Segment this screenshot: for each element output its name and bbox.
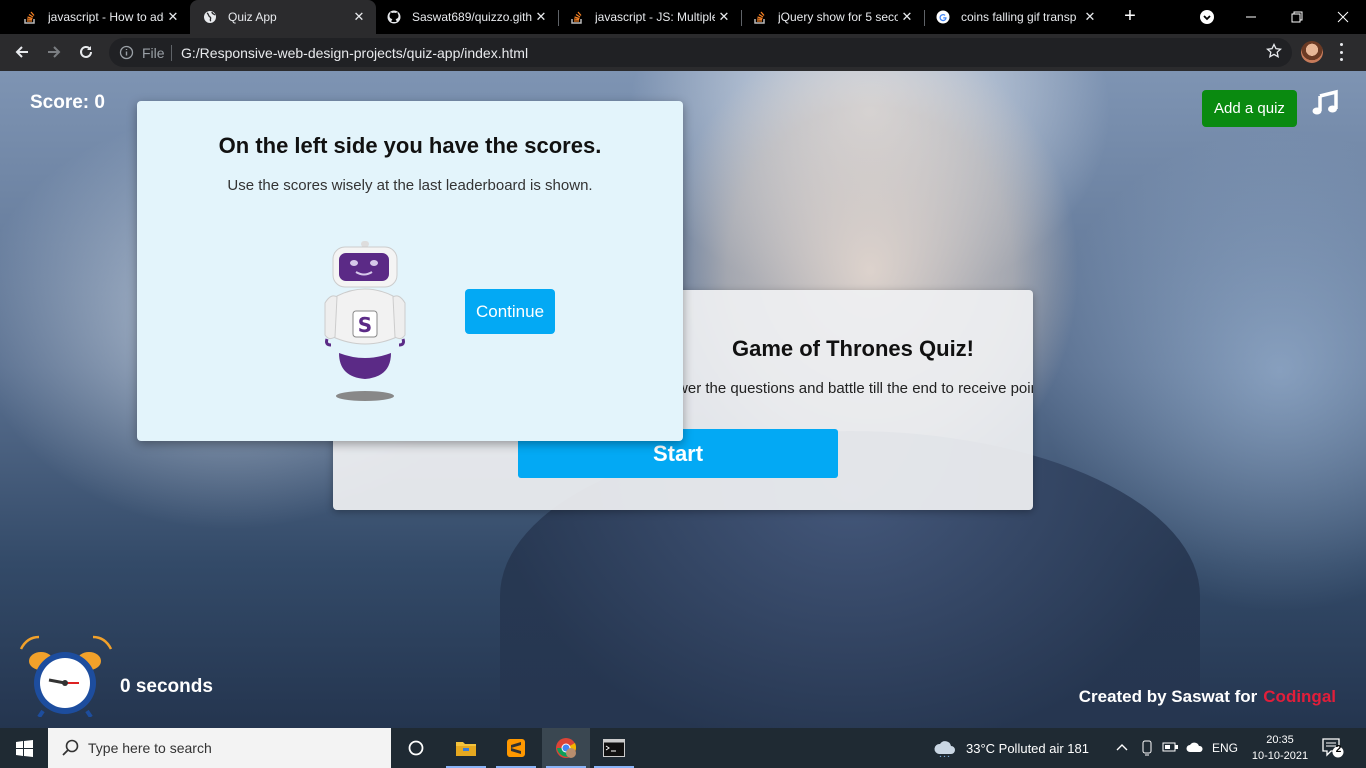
location-icon[interactable] — [1140, 739, 1154, 757]
tutorial-modal: On the left side you have the scores. Us… — [137, 101, 683, 441]
close-window-button[interactable] — [1320, 0, 1366, 34]
cortana-circle-icon — [408, 740, 424, 756]
arrow-right-icon — [48, 46, 61, 58]
credit-text: Created by Saswat for — [1078, 687, 1258, 706]
url-scheme-label: File — [142, 45, 165, 61]
tab-javascript-how-to-add[interactable]: javascript - How to add ✕ — [0, 0, 190, 34]
minimize-button[interactable] — [1228, 0, 1274, 34]
language-indicator[interactable]: ENG — [1212, 741, 1238, 755]
add-quiz-button[interactable]: Add a quiz — [1202, 90, 1297, 127]
terminal-button[interactable] — [590, 728, 638, 768]
close-tab-icon[interactable]: ✕ — [715, 9, 733, 25]
search-placeholder: Type here to search — [88, 740, 212, 756]
score-display: Score: 0 — [30, 92, 105, 113]
system-clock[interactable]: 20:35 10-10-2021 — [1250, 732, 1310, 764]
windows-logo-icon — [15, 739, 33, 757]
minimize-icon — [1246, 16, 1256, 18]
start-button[interactable] — [0, 728, 48, 768]
tab-jquery-show[interactable]: jQuery show for 5 seco ✕ — [742, 0, 924, 34]
notification-count: 2 — [1335, 744, 1342, 755]
tab-title: Saswat689/quizzo.gith — [412, 10, 532, 24]
network-icon[interactable] — [1162, 740, 1180, 754]
close-tab-icon[interactable]: ✕ — [350, 9, 368, 25]
chrome-button[interactable] — [542, 728, 590, 768]
sublime-text-icon — [507, 739, 525, 757]
clock-date: 10-10-2021 — [1251, 750, 1309, 762]
tab-title: Quiz App — [228, 10, 277, 24]
stackoverflow-icon — [22, 9, 38, 25]
restore-icon — [1291, 11, 1303, 23]
url-separator — [171, 45, 172, 61]
info-icon[interactable] — [119, 45, 134, 65]
robot-mascot-icon: S — [324, 241, 406, 401]
svg-text:S: S — [358, 313, 372, 337]
close-tab-icon[interactable]: ✕ — [532, 9, 550, 25]
terminal-icon — [603, 739, 625, 757]
tab-js-multiple[interactable]: javascript - JS: Multiple ✕ — [559, 0, 741, 34]
bookmark-star-icon[interactable] — [1265, 42, 1283, 64]
windows-taskbar: Type here to search 33°C Polluted air 18… — [0, 728, 1366, 768]
notification-center-button[interactable]: 2 — [1322, 738, 1344, 758]
close-icon — [1337, 11, 1349, 23]
stackoverflow-icon — [752, 9, 768, 25]
music-note-icon[interactable] — [1310, 89, 1340, 119]
browser-toolbar: File G:/Responsive-web-design-projects/q… — [0, 34, 1366, 71]
tab-search-button[interactable] — [1184, 0, 1230, 34]
modal-text: Use the scores wisely at the last leader… — [227, 177, 593, 194]
google-icon — [935, 9, 951, 25]
close-tab-icon[interactable]: ✕ — [164, 9, 182, 25]
tab-github-quizzo[interactable]: Saswat689/quizzo.gith ✕ — [376, 0, 558, 34]
onedrive-cloud-icon[interactable] — [1186, 741, 1204, 753]
profile-avatar[interactable] — [1301, 41, 1323, 63]
github-icon — [386, 9, 402, 25]
task-view-button[interactable] — [392, 728, 440, 768]
credit-footer: Created by Saswat for Codingal — [1079, 687, 1336, 707]
timer-display: 0 seconds — [120, 676, 213, 697]
address-bar[interactable]: File G:/Responsive-web-design-projects/q… — [109, 38, 1292, 67]
brand-link[interactable]: Codingal — [1263, 687, 1336, 706]
search-icon — [62, 739, 80, 762]
tab-title: coins falling gif transp — [961, 10, 1077, 24]
close-tab-icon[interactable]: ✕ — [898, 9, 916, 25]
tab-title: javascript - How to add — [48, 10, 164, 24]
restore-button[interactable] — [1274, 0, 1320, 34]
tab-title: jQuery show for 5 seco — [778, 10, 898, 24]
modal-title: On the left side you have the scores. — [218, 133, 602, 158]
reload-button[interactable] — [72, 38, 100, 66]
globe-icon — [202, 9, 218, 25]
quiz-page: Score: 0 Add a quiz Game of Thrones Quiz… — [0, 71, 1366, 728]
taskbar-search-input[interactable]: Type here to search — [48, 728, 391, 768]
chevron-up-icon[interactable] — [1116, 742, 1128, 752]
browser-tab-strip: javascript - How to add ✕ Quiz App ✕ Sas… — [0, 0, 1366, 34]
arrow-left-icon — [15, 46, 28, 58]
tab-title: javascript - JS: Multiple — [595, 10, 715, 24]
forward-button[interactable] — [40, 38, 68, 66]
reload-icon — [80, 45, 92, 58]
clock-time: 20:35 — [1266, 734, 1294, 746]
close-tab-icon[interactable]: ✕ — [1081, 9, 1099, 25]
new-tab-button[interactable]: + — [1119, 5, 1141, 27]
tab-coins-falling[interactable]: coins falling gif transp ✕ — [925, 0, 1107, 34]
url-text[interactable]: G:/Responsive-web-design-projects/quiz-a… — [181, 45, 528, 61]
stackoverflow-icon — [569, 9, 585, 25]
file-explorer-button[interactable] — [442, 728, 490, 768]
back-button[interactable] — [8, 38, 36, 66]
sublime-text-button[interactable] — [492, 728, 540, 768]
weather-cloud-icon[interactable] — [933, 739, 957, 757]
continue-button[interactable]: Continue — [465, 289, 555, 334]
alarm-clock-icon — [19, 635, 113, 717]
tab-quiz-app[interactable]: Quiz App ✕ — [190, 0, 376, 34]
chevron-down-icon — [1200, 10, 1214, 24]
folder-icon — [456, 742, 476, 756]
browser-menu-icon[interactable] — [1336, 43, 1346, 61]
chrome-icon — [556, 738, 576, 758]
weather-text[interactable]: 33°C Polluted air 181 — [966, 741, 1089, 756]
